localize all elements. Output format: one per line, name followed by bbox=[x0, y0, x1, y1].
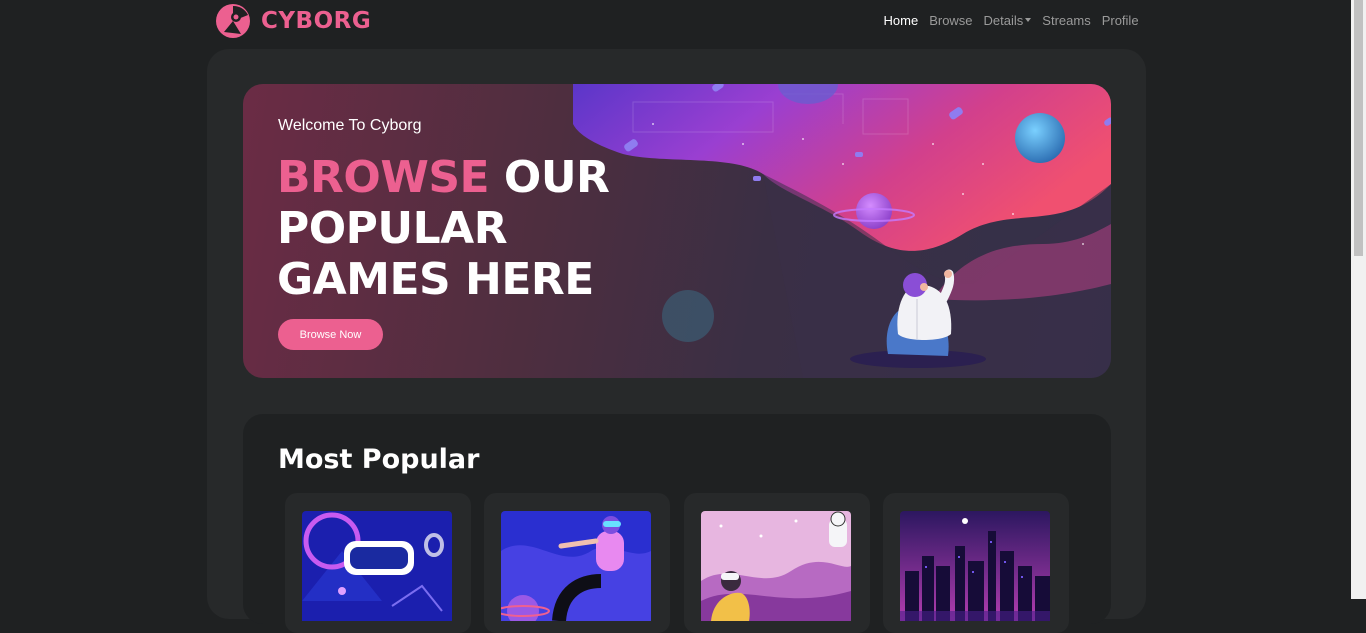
game-card[interactable] bbox=[684, 493, 870, 633]
heading-part-3: GAMES HERE bbox=[277, 254, 594, 305]
game-card[interactable] bbox=[484, 493, 670, 633]
banner-heading: BROWSE OUR POPULAR GAMES HERE bbox=[277, 152, 697, 305]
logo-icon[interactable] bbox=[215, 3, 251, 39]
nav-profile[interactable]: Profile bbox=[1096, 10, 1144, 32]
browse-now-button[interactable]: Browse Now bbox=[278, 319, 383, 350]
game-card[interactable] bbox=[285, 493, 471, 633]
nav-details-label: Details bbox=[983, 13, 1024, 28]
game-thumbnail-neon-city[interactable] bbox=[900, 511, 1050, 621]
main-nav: Home Browse Details Streams Profile bbox=[878, 10, 1144, 32]
nav-browse[interactable]: Browse bbox=[924, 10, 978, 32]
game-thumbnail-vr-person[interactable] bbox=[501, 511, 651, 621]
section-title: Most Popular bbox=[278, 444, 480, 475]
banner-welcome-text: Welcome To Cyborg bbox=[278, 117, 422, 134]
scrollbar-thumb[interactable] bbox=[1354, 0, 1363, 256]
nav-streams[interactable]: Streams bbox=[1037, 10, 1096, 32]
site-header: CYBORG Home Browse Details Streams Profi… bbox=[0, 0, 1351, 44]
caret-down-icon bbox=[1025, 17, 1032, 22]
nav-details[interactable]: Details bbox=[978, 10, 1037, 32]
game-thumbnail-astronaut[interactable] bbox=[701, 511, 851, 621]
heading-part-2: POPULAR bbox=[277, 203, 508, 254]
heading-part-1: OUR bbox=[489, 152, 610, 203]
page-scrollbar[interactable] bbox=[1351, 0, 1366, 599]
game-card[interactable] bbox=[883, 493, 1069, 633]
nav-home[interactable]: Home bbox=[878, 10, 924, 32]
game-thumbnail-vr-headset[interactable] bbox=[302, 511, 452, 621]
brand-name[interactable]: CYBORG bbox=[261, 6, 371, 36]
main-banner: Welcome To Cyborg BROWSE OUR POPULAR GAM… bbox=[243, 84, 1111, 378]
heading-accent: BROWSE bbox=[277, 152, 490, 203]
most-popular-section: Most Popular bbox=[243, 414, 1111, 633]
